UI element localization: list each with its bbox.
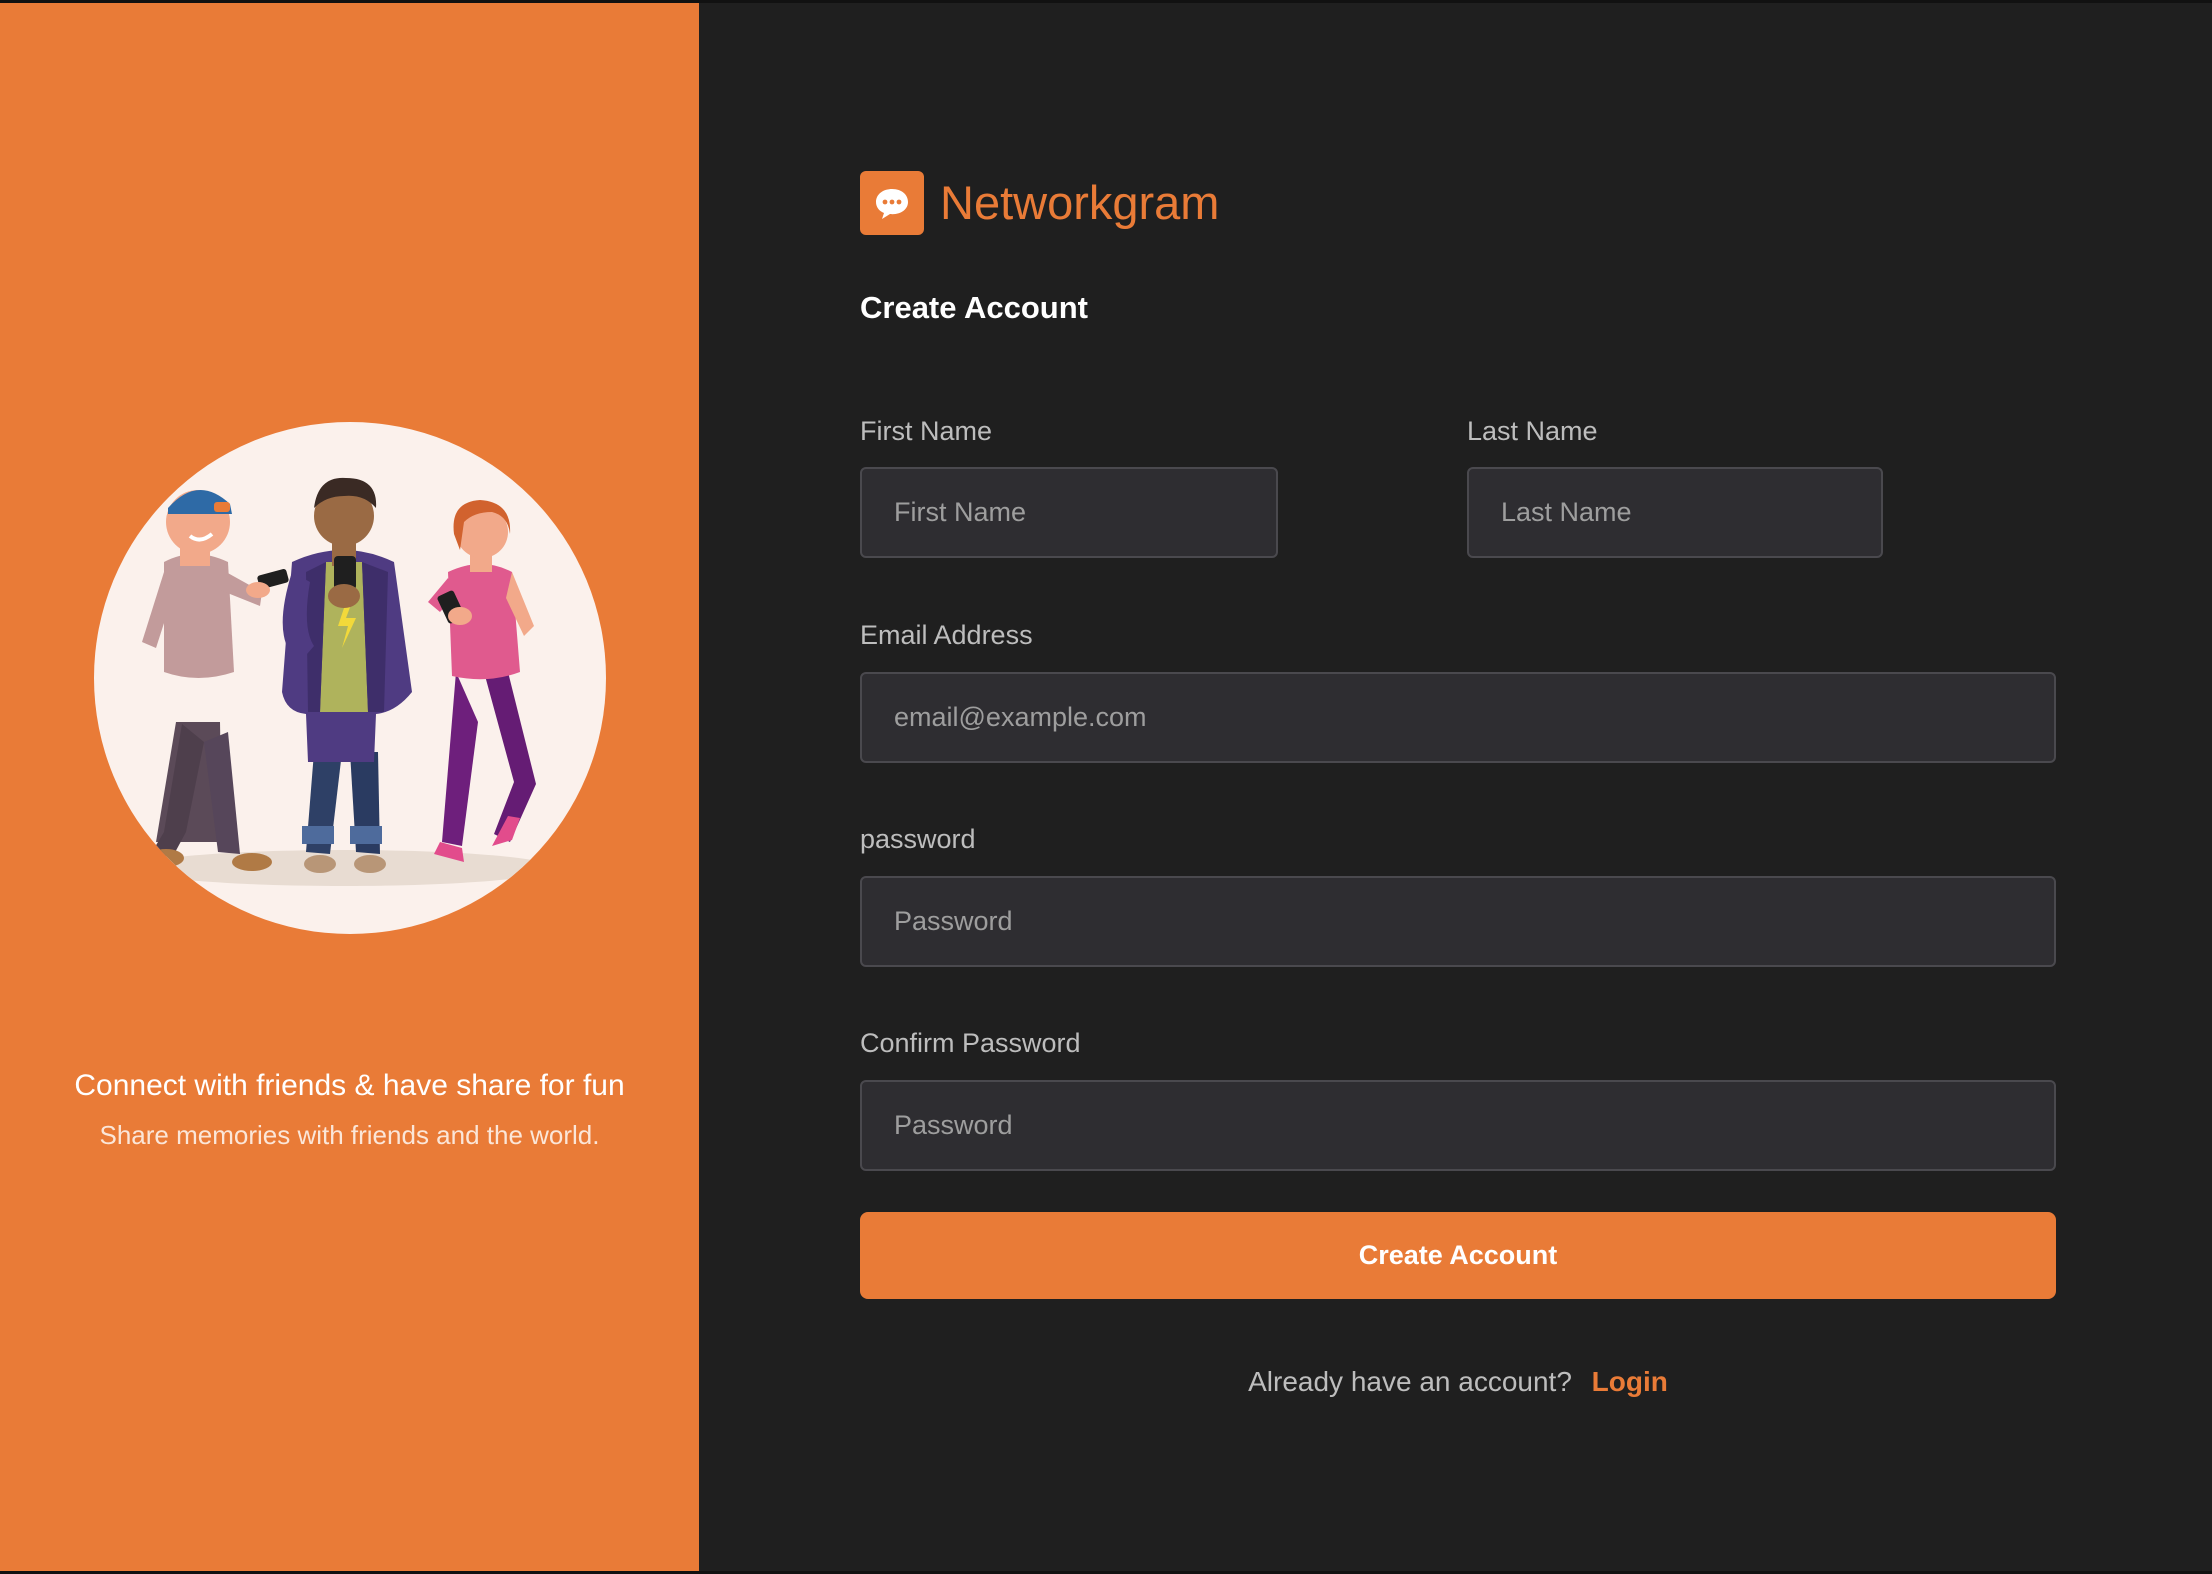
friends-illustration: [134, 477, 554, 886]
last-name-label: Last Name: [1467, 416, 1598, 446]
confirm-password-label: Confirm Password: [860, 1028, 1081, 1058]
promo-panel: Connect with friends & have share for fu…: [0, 3, 699, 1571]
promo-headline: Connect with friends & have share for fu…: [74, 1069, 625, 1102]
brand-header: Networkgram: [860, 171, 1219, 235]
login-prompt-text: Already have an account?: [1248, 1366, 1572, 1397]
person-left-figure: [142, 489, 289, 871]
last-name-field[interactable]: [1467, 467, 1883, 558]
email-field[interactable]: [860, 672, 2056, 763]
chat-bubble-icon: [860, 171, 924, 235]
password-field[interactable]: [860, 876, 2056, 967]
promo-illustration: [94, 422, 606, 934]
password-label: password: [860, 824, 976, 854]
signup-panel: [699, 3, 2212, 1571]
person-right-figure: [428, 500, 536, 862]
login-link[interactable]: Login: [1592, 1366, 1668, 1397]
page-title: Create Account: [860, 290, 1088, 325]
first-name-field[interactable]: [860, 467, 1278, 558]
promo-subtitle: Share memories with friends and the worl…: [99, 1120, 600, 1150]
create-account-button[interactable]: Create Account: [860, 1212, 2056, 1299]
email-label: Email Address: [860, 620, 1033, 650]
first-name-label: First Name: [860, 416, 993, 446]
brand-name: Networkgram: [940, 176, 1220, 229]
confirm-password-field[interactable]: [860, 1080, 2056, 1171]
login-prompt: Already have an account? Login: [860, 1364, 2056, 1400]
signup-page: Connect with friends & have share for fu…: [0, 0, 2212, 1574]
person-middle-figure: [282, 477, 412, 873]
